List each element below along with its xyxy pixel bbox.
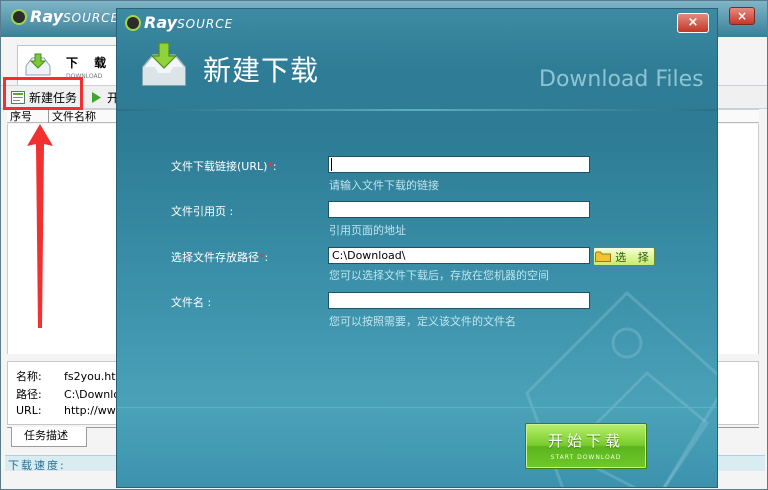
highlight-box bbox=[3, 77, 83, 110]
logo-mark-icon bbox=[125, 15, 141, 31]
url-hint: 请输入文件下载的链接 bbox=[329, 179, 439, 192]
download-speed-label: 下载速度: bbox=[8, 459, 66, 472]
tab-task-description[interactable]: 任务描述 bbox=[11, 427, 87, 447]
start-download-sublabel: START DOWNLOAD bbox=[550, 454, 622, 461]
column-index[interactable]: 序号 bbox=[7, 110, 49, 123]
new-download-dialog: RaySOURCE × 新建下载 Download Files 文件下载链接(U… bbox=[116, 8, 718, 488]
play-arrow-icon bbox=[92, 92, 101, 103]
column-filename[interactable]: 文件名称 bbox=[49, 110, 119, 123]
save-path-label: 选择文件存放路径*: bbox=[171, 251, 269, 264]
detail-name-row: 名称: fs2you.htm bbox=[16, 370, 127, 383]
referrer-hint: 引用页面的地址 bbox=[329, 224, 406, 237]
detail-url-row: URL: http://ww bbox=[16, 404, 116, 417]
start-task-button[interactable]: 开 bbox=[89, 88, 119, 107]
url-input[interactable] bbox=[328, 156, 590, 173]
save-path-hint: 您可以选择文件下载后，存放在您机器的空间 bbox=[329, 269, 549, 282]
app-logo: RaySOURCE bbox=[11, 7, 119, 26]
dialog-titlebar[interactable]: RaySOURCE × bbox=[117, 9, 717, 35]
dialog-header-separator bbox=[117, 109, 717, 111]
dialog-subtitle: Download Files bbox=[539, 67, 704, 92]
download-tray-icon bbox=[142, 42, 186, 86]
screen: RaySOURCE × 下 载 DOWNLOAD 新建任务 开 序号 文件名称 … bbox=[0, 0, 768, 490]
filename-label: 文件名 : bbox=[171, 296, 212, 309]
red-arrow-icon bbox=[27, 124, 53, 328]
main-close-button[interactable]: × bbox=[729, 7, 755, 25]
text-caret bbox=[331, 158, 332, 171]
start-download-label: 开始下载 bbox=[547, 432, 624, 450]
download-tray-icon bbox=[25, 53, 51, 76]
dialog-title: 新建下载 bbox=[203, 54, 320, 87]
close-icon: × bbox=[687, 15, 699, 30]
start-download-button[interactable]: 开始下载 START DOWNLOAD bbox=[525, 423, 647, 469]
dialog-footer-separator bbox=[117, 407, 717, 408]
dialog-close-button[interactable]: × bbox=[677, 13, 709, 33]
choose-folder-button[interactable]: 选 择 bbox=[593, 247, 655, 266]
detail-path-row: 路径: C:\Downlo bbox=[16, 388, 121, 401]
folder-icon bbox=[595, 251, 612, 262]
url-label: 文件下载链接(URL)*: bbox=[171, 160, 277, 173]
filename-hint: 您可以按照需要，定义该文件的文件名 bbox=[329, 315, 516, 328]
save-path-input[interactable] bbox=[328, 247, 590, 264]
filename-input[interactable] bbox=[328, 292, 590, 309]
choose-folder-label: 选 择 bbox=[615, 250, 653, 264]
dialog-logo: RaySOURCE bbox=[125, 13, 233, 32]
close-icon: × bbox=[736, 9, 748, 23]
referrer-input[interactable] bbox=[328, 201, 590, 218]
referrer-label: 文件引用页 : bbox=[171, 205, 234, 218]
tab-download-title: 下 载 bbox=[66, 56, 113, 70]
logo-mark-icon bbox=[11, 9, 27, 25]
